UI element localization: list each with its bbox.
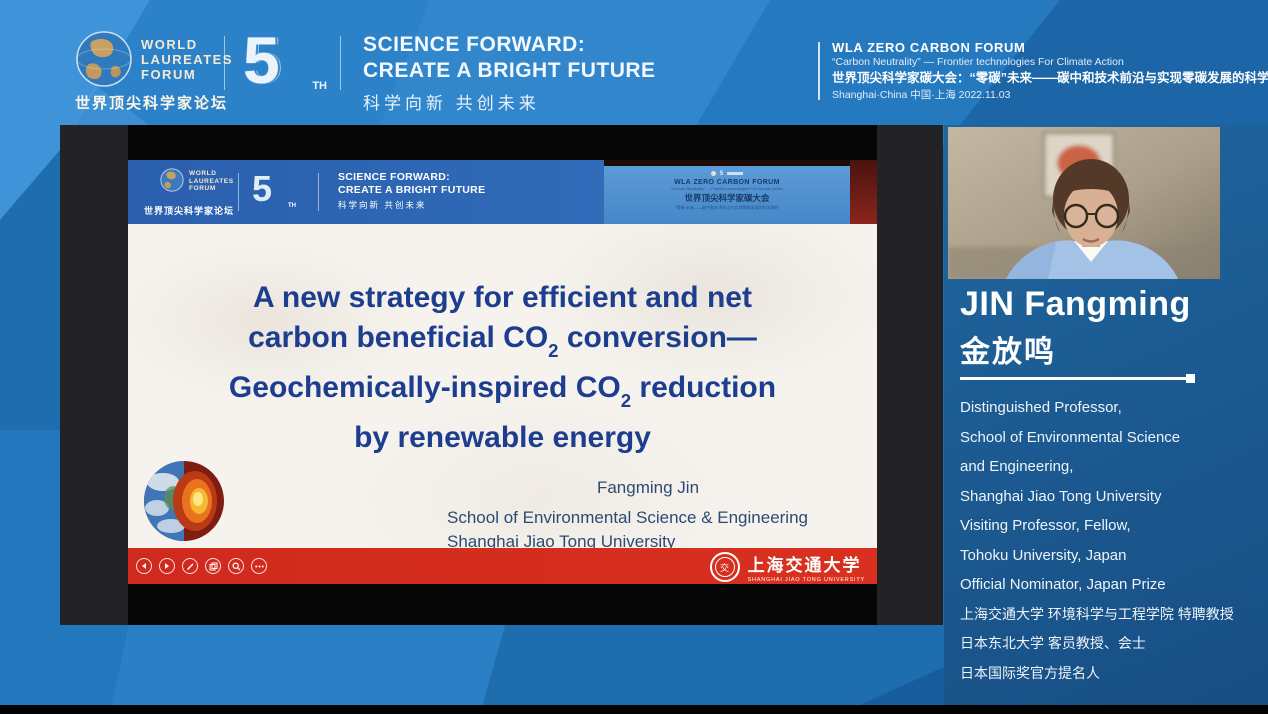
- slide-title-line: Geochemically-inspired CO2 reduction: [128, 368, 877, 418]
- slide-title: A new strategy for efficient and netcarb…: [128, 278, 877, 458]
- event-slogan: SCIENCE FORWARD: CREATE A BRIGHT FUTURE …: [363, 32, 656, 114]
- forum-title: WLA ZERO CARBON FORUM: [832, 40, 1268, 55]
- forum-location-date: Shanghai·China 中国·上海 2022.11.03: [832, 88, 1268, 102]
- slide-forum-box: 5 WLA ZERO CARBON FORUM “Carbon Neutrali…: [604, 166, 850, 224]
- mini-globe-icon: [711, 171, 716, 176]
- speaker-credential-line: School of Environmental Science: [960, 423, 1260, 453]
- forum-subtitle: “Carbon Neutrality” — Frontier technolog…: [832, 55, 1268, 69]
- header-divider: [340, 36, 341, 90]
- slide-title-line: A new strategy for efficient and net: [128, 278, 877, 318]
- slide-banner-divider: [238, 173, 239, 211]
- fifth-numeral: 5: [243, 23, 280, 97]
- pen-icon[interactable]: [182, 558, 198, 574]
- slide-globe-icon: [160, 168, 184, 192]
- slide-forum-title-cn: 世界顶尖科学家碳大会: [604, 192, 850, 204]
- speaker-credential-line: 日本国际奖官方提名人: [960, 659, 1260, 689]
- slide-forum-title: WLA ZERO CARBON FORUM: [604, 179, 850, 186]
- slide-title-line: by renewable energy: [128, 418, 877, 458]
- speaker-rule: [960, 377, 1186, 380]
- wlf-logo-line3: FORUM: [141, 67, 233, 82]
- slide-forum-subtitle: “Carbon Neutrality” — Frontier technolog…: [616, 186, 837, 191]
- speaker-credentials: Distinguished Professor,School of Enviro…: [960, 393, 1260, 688]
- slide-slogan: SCIENCE FORWARD: CREATE A BRIGHT FUTURE …: [338, 171, 485, 211]
- speaker-credential-line: Visiting Professor, Fellow,: [960, 511, 1260, 541]
- mini-fifth: 5: [720, 171, 723, 177]
- slide-banner: WORLD LAUREATES FORUM 世界顶尖科学家论坛 5 TH SCI…: [128, 160, 877, 224]
- mini-wordmark: [727, 172, 743, 175]
- sjtu-name-en: SHANGHAI JIAO TONG UNIVERSITY: [748, 577, 865, 583]
- forum-divider: [818, 42, 820, 100]
- slide-fifth-mark: 5 TH: [252, 168, 296, 216]
- letterbox-bar: [0, 705, 1268, 714]
- author-name: Fangming Jin: [447, 476, 849, 500]
- slogan-line2: CREATE A BRIGHT FUTURE: [363, 58, 656, 84]
- more-icon[interactable]: [251, 558, 267, 574]
- zoom-icon[interactable]: [228, 558, 244, 574]
- speaker-video[interactable]: [948, 127, 1220, 279]
- sjtu-name-cn: 上海交通大学: [748, 551, 865, 576]
- presentation-slide: WORLD LAUREATES FORUM 世界顶尖科学家论坛 5 TH SCI…: [128, 160, 877, 584]
- speaker-credential-line: 日本东北大学 客员教授、会士: [960, 629, 1260, 659]
- speaker-credential-line: Tohoku University, Japan: [960, 541, 1260, 571]
- speaker-rule-endcap: [1186, 374, 1195, 383]
- speaker-credential-line: and Engineering,: [960, 452, 1260, 482]
- fifth-anniversary-mark: 5 TH: [243, 22, 329, 102]
- slide-author-block: Fangming Jin School of Environmental Sci…: [447, 476, 849, 554]
- stage: WORLD LAUREATES FORUM 世界顶尖科学家论坛 5 TH SCI…: [0, 0, 1268, 714]
- event-header: WORLD LAUREATES FORUM 世界顶尖科学家论坛 5 TH SCI…: [0, 0, 1268, 118]
- speaker-panel: JIN Fangming 金放鸣 Distinguished Professor…: [944, 125, 1268, 707]
- slide-controls: [136, 558, 267, 574]
- slide-logo-line3: FORUM: [189, 185, 234, 193]
- speaker-name-en: JIN Fangming: [960, 285, 1191, 324]
- slide-fifth-numeral: 5: [252, 168, 272, 209]
- slide-footer-bar: 交 上海交通大学 SHANGHAI JIAO TONG UNIVERSITY: [128, 548, 877, 584]
- header-divider: [224, 36, 225, 90]
- globe-icon: [75, 30, 133, 88]
- slide-forum-subtitle-cn: “零碳”未来——碳中和技术前沿与实现零碳发展的科学路径: [616, 205, 837, 210]
- fifth-suffix: TH: [312, 80, 327, 92]
- slide-slogan-line2: CREATE A BRIGHT FUTURE: [338, 184, 485, 197]
- slide-forum-mini-logos: 5: [604, 170, 850, 177]
- author-dept: School of Environmental Science & Engine…: [447, 506, 849, 530]
- slide-logo-cn: 世界顶尖科学家论坛: [144, 204, 234, 217]
- slide-fifth-suffix: TH: [288, 203, 296, 209]
- next-icon[interactable]: [159, 558, 175, 574]
- speaker-name-cn: 金放鸣: [960, 327, 1056, 371]
- slogan-cn: 科学向新 共创未来: [363, 89, 656, 114]
- speaker-portrait: [948, 127, 1220, 279]
- speaker-credential-line: Official Nominator, Japan Prize: [960, 570, 1260, 600]
- speaker-credential-line: 上海交通大学 环境科学与工程学院 特聘教授: [960, 600, 1260, 630]
- wlf-logo-line2: LAUREATES: [141, 52, 233, 67]
- earth-cutaway-image: [143, 460, 225, 542]
- speaker-credential-line: Distinguished Professor,: [960, 393, 1260, 423]
- forum-title-cn: 世界顶尖科学家碳大会：“零碳”未来——碳中和技术前沿与实现零碳发展的科学路径: [832, 69, 1268, 88]
- wlf-logo-cn: 世界顶尖科学家论坛: [75, 92, 228, 113]
- presentation-video[interactable]: WORLD LAUREATES FORUM 世界顶尖科学家论坛 5 TH SCI…: [60, 125, 943, 625]
- slide-red-corner: [850, 160, 877, 224]
- copy-icon[interactable]: [205, 558, 221, 574]
- slide-title-line: carbon beneficial CO2 conversion—: [128, 318, 877, 368]
- sjtu-logo: 交 上海交通大学 SHANGHAI JIAO TONG UNIVERSITY: [710, 551, 865, 583]
- slide-banner-divider: [318, 173, 319, 211]
- slide-slogan-cn: 科学向新 共创未来: [338, 199, 485, 211]
- slide-logo-line2: LAUREATES: [189, 178, 234, 186]
- wlf-logo-line1: WORLD: [141, 37, 233, 52]
- speaker-credential-line: Shanghai Jiao Tong University: [960, 482, 1260, 512]
- sjtu-seal-icon: 交: [710, 552, 740, 582]
- slide-logo-line1: WORLD: [189, 170, 234, 178]
- shared-screen: WORLD LAUREATES FORUM 世界顶尖科学家论坛 5 TH SCI…: [128, 125, 877, 625]
- forum-info: WLA ZERO CARBON FORUM “Carbon Neutrality…: [832, 40, 1268, 102]
- slide-slogan-line1: SCIENCE FORWARD:: [338, 171, 485, 184]
- slogan-line1: SCIENCE FORWARD:: [363, 32, 656, 58]
- prev-icon[interactable]: [136, 558, 152, 574]
